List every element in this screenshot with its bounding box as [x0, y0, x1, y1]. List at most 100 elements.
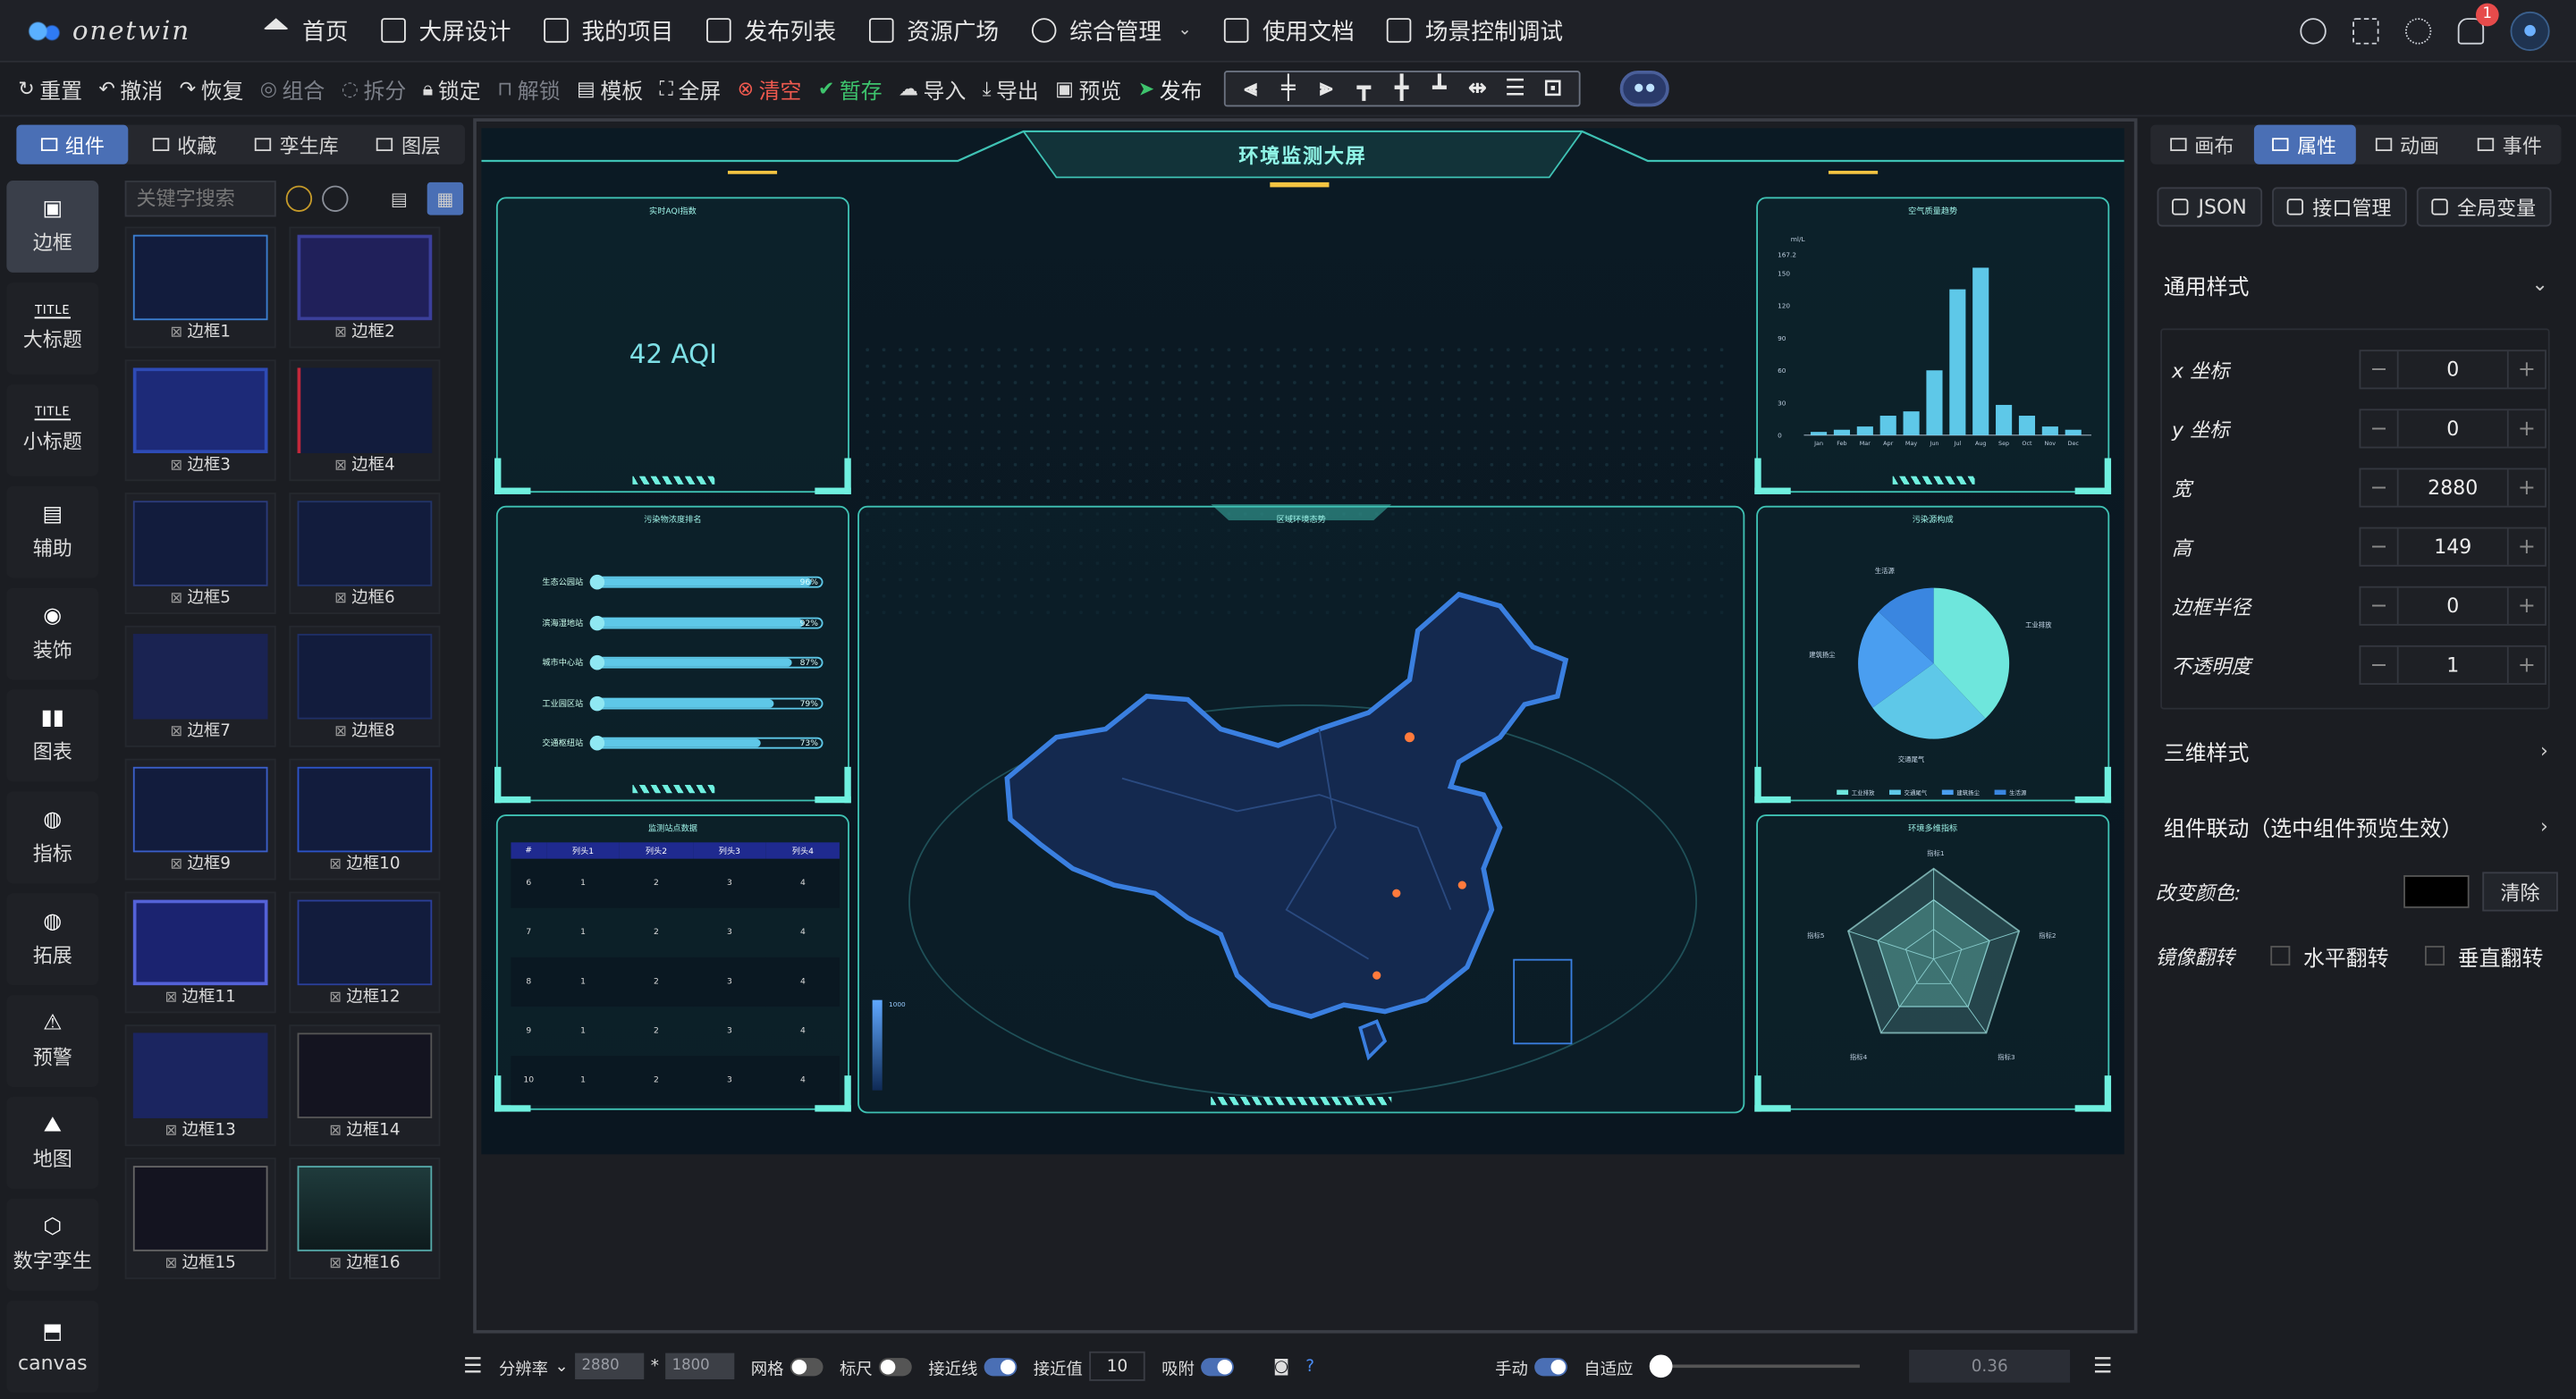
plus-icon[interactable]: + — [2509, 476, 2545, 501]
import-button[interactable]: ☁ 导入 — [891, 73, 975, 104]
x-stepper[interactable]: −0 + — [2359, 350, 2546, 390]
category-border[interactable]: ▣ 边框 — [6, 181, 99, 273]
clear-color-button[interactable]: 清除 — [2482, 872, 2558, 912]
component-item[interactable]: 边框7 — [124, 625, 276, 747]
v-flip-checkbox[interactable] — [2425, 946, 2445, 966]
category-auxiliary[interactable]: ▤ 辅助 — [6, 485, 99, 578]
table-row[interactable]: 10 1 2 3 4 — [511, 1056, 840, 1106]
minus-icon[interactable]: − — [2361, 417, 2396, 442]
ungroup-button[interactable]: ◌ 拆分 — [334, 73, 415, 104]
table-row[interactable]: 81234 — [511, 957, 840, 1007]
component-item[interactable]: 边框3 — [124, 359, 276, 482]
linkage-header[interactable]: 组件联动（选中组件预览生效） › — [2150, 798, 2561, 854]
component-item[interactable]: 边框4 — [289, 359, 441, 482]
map-marker[interactable] — [1404, 732, 1415, 743]
category-decoration[interactable]: ◉ 装饰 — [6, 587, 99, 680]
nav-screen-design[interactable]: 大屏设计 — [365, 0, 528, 62]
tab-properties[interactable]: 属性 — [2252, 124, 2356, 164]
assistant-robot-icon[interactable] — [1619, 70, 1669, 107]
air-quality-panel[interactable]: 空气质量趋势 ml/L 0 30 60 90 120 150 167.2 Jan Feb Mar A… — [1754, 197, 2112, 494]
component-item[interactable]: 边框13 — [124, 1024, 276, 1147]
fullscreen-button[interactable]: ⛶ 全屏 — [651, 73, 729, 104]
table-row[interactable]: 7 1 2 3 4 — [511, 908, 839, 957]
table-row[interactable]: 61234 — [511, 858, 840, 908]
manual-toggle[interactable] — [1534, 1357, 1567, 1376]
map-marker[interactable] — [1457, 881, 1466, 889]
general-style-header[interactable]: 通用样式 ⌄ — [2150, 257, 2561, 312]
redo-button[interactable]: ↷ 恢复 — [171, 73, 251, 104]
y-stepper[interactable]: −0 + — [2359, 409, 2546, 449]
loading-icon[interactable] — [2404, 18, 2432, 45]
x-value[interactable]: 0 — [2396, 351, 2509, 388]
distribute-h-icon[interactable]: ⇹ — [1458, 72, 1496, 105]
bar[interactable] — [2065, 429, 2082, 435]
bar[interactable] — [2018, 416, 2036, 435]
table-panel[interactable]: 监测站点数据 # 列头1 列头2 列头3 列头4 6123471234812349123… — [494, 814, 851, 1112]
table-row[interactable]: 9 1 2 3 4 — [511, 1007, 839, 1056]
bar[interactable] — [1926, 370, 1943, 435]
api-management-button[interactable]: 接口管理 — [2271, 187, 2407, 227]
global-variables-button[interactable]: 全局变量 — [2416, 187, 2551, 227]
tab-canvas[interactable]: 画布 — [2150, 125, 2253, 164]
logo[interactable]: onetwin — [0, 13, 247, 47]
refresh-icon[interactable] — [285, 185, 313, 212]
component-item[interactable]: 边框8 — [289, 625, 441, 747]
map-marker[interactable] — [1392, 889, 1401, 898]
search-icon[interactable] — [2300, 18, 2327, 45]
component-item[interactable]: 边框1 — [124, 226, 276, 349]
h-flip-checkbox[interactable] — [2270, 946, 2291, 966]
tab-events[interactable]: 事件 — [2459, 125, 2562, 164]
align-top-icon[interactable]: ┳ — [1345, 72, 1382, 105]
plus-icon[interactable]: + — [2509, 594, 2545, 619]
plus-icon[interactable]: + — [2509, 358, 2545, 383]
bar[interactable] — [1811, 432, 1828, 435]
align-right-icon[interactable]: ⫸ — [1307, 72, 1345, 105]
bar[interactable] — [1903, 411, 1920, 435]
component-item[interactable]: 边框10 — [289, 758, 441, 881]
category-extension[interactable]: ◍ 拓展 — [6, 893, 99, 986]
minus-icon[interactable]: − — [2361, 535, 2396, 560]
ruler-toggle[interactable] — [879, 1357, 912, 1376]
lock-button[interactable]: 🔒︎ 锁定 — [414, 73, 488, 104]
color-swatch[interactable] — [2403, 875, 2470, 908]
preview-button[interactable]: ▣ 预览 — [1047, 73, 1130, 104]
opacity-value[interactable]: 1 — [2396, 646, 2509, 684]
category-map[interactable]: ⛰ 地图 — [6, 1097, 99, 1189]
bar[interactable] — [1833, 429, 1851, 435]
y-value[interactable]: 0 — [2396, 410, 2509, 447]
nav-scene-debug[interactable]: 场景控制调试 — [1371, 0, 1579, 62]
pie-chart[interactable]: 工业排放工业排放交通尾气交通尾气建筑扬尘建筑扬尘生活源生活源 — [1758, 508, 2111, 804]
plus-icon[interactable]: + — [2509, 535, 2545, 560]
save-button[interactable]: ✔ 暂存 — [810, 73, 891, 104]
minus-icon[interactable]: − — [2361, 476, 2396, 501]
reset-button[interactable]: ↻ 重置 — [10, 73, 90, 104]
align-center-h-icon[interactable]: ╪ — [1270, 72, 1307, 105]
canvas-height-input[interactable]: 1800 — [665, 1353, 735, 1379]
bell-icon[interactable]: 1 — [2457, 3, 2499, 45]
list-view-icon[interactable]: ▤ — [381, 182, 417, 215]
category-small-title[interactable]: TITLE 小标题 — [6, 383, 99, 476]
zoom-input[interactable]: 0.36 — [1909, 1349, 2071, 1383]
chevron-down-icon[interactable]: ⌄ — [554, 1357, 568, 1375]
grid-view-icon[interactable]: ▦ — [427, 181, 464, 215]
bar[interactable] — [1949, 289, 1966, 435]
component-item[interactable]: 边框11 — [124, 891, 276, 1014]
category-alert[interactable]: ⚠ 预警 — [6, 995, 99, 1088]
bar[interactable] — [1972, 267, 1989, 435]
nav-my-projects[interactable]: 我的项目 — [528, 0, 690, 62]
map-panel[interactable]: 区域环境态势 1000 — [857, 503, 1745, 1114]
component-item[interactable]: 边框9 — [124, 758, 276, 881]
align-left-icon[interactable]: ⫷ — [1232, 72, 1270, 105]
width-value[interactable]: 2880 — [2396, 469, 2509, 506]
height-value[interactable]: 149 — [2396, 528, 2509, 565]
3d-style-header[interactable]: 三维样式 › — [2150, 722, 2561, 778]
tab-favorites[interactable]: 收藏 — [129, 125, 241, 164]
avatar[interactable]: ● — [2510, 11, 2550, 51]
radar-chart[interactable] — [1827, 852, 2040, 1066]
width-stepper[interactable]: −2880 + — [2359, 468, 2546, 508]
template-button[interactable]: ▤ 模板 — [569, 73, 652, 104]
nav-docs[interactable]: 使用文档 — [1208, 0, 1371, 62]
component-item[interactable]: 边框14 — [289, 1024, 441, 1147]
map-marker[interactable] — [1372, 971, 1381, 980]
bar-chart[interactable]: 0 30 60 90 120 150 167.2 Jan Feb Mar Apr May Jun Jul A… — [1778, 241, 2098, 455]
